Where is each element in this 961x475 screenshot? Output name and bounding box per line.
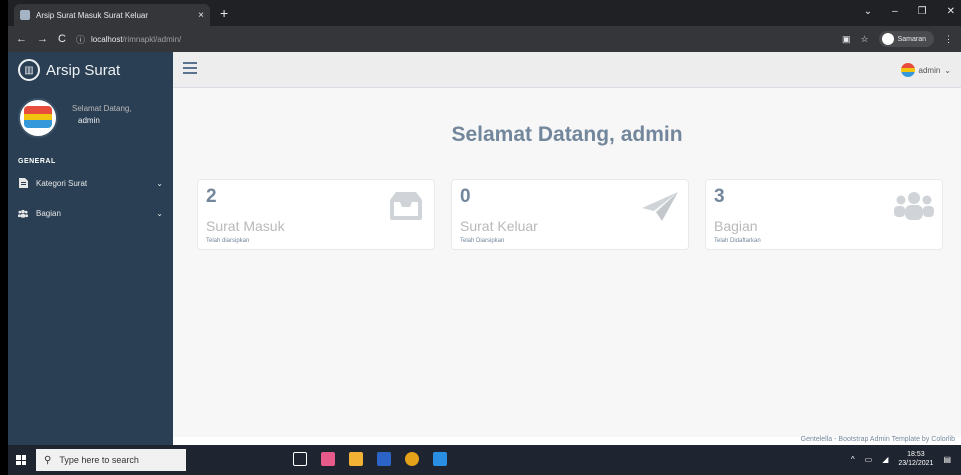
sidebar-item-label: Bagian [36, 208, 61, 218]
stat-label: Surat Masuk [206, 218, 285, 234]
task-view-icon[interactable] [293, 452, 307, 466]
chrome-icon[interactable] [405, 452, 419, 466]
clock-time: 18:53 [907, 451, 925, 458]
file-icon [18, 178, 28, 188]
stat-label: Surat Keluar [460, 218, 538, 234]
word-icon[interactable] [377, 452, 391, 466]
footer: Gentelella - Bootstrap Admin Template by… [173, 436, 961, 445]
stat-subtext: Telah Diarsipkan [460, 238, 505, 244]
new-tab-button[interactable]: + [220, 5, 228, 21]
forward-icon[interactable]: → [37, 33, 48, 45]
tab-bar: Arsip Surat Masuk Surat Keluar × + ⌄ – ❐… [8, 0, 961, 26]
stat-subtext: Telah Didaftarkan [714, 238, 761, 244]
profile-button[interactable]: Samaran [878, 31, 934, 47]
xampp-icon[interactable] [321, 452, 335, 466]
welcome-label: Selamat Datang, [72, 104, 132, 113]
user-name: admin [918, 65, 941, 75]
chevron-down-icon: ⌄ [156, 208, 163, 218]
profile-block: Selamat Datang, admin [8, 88, 173, 154]
sidebar-item-bagian[interactable]: Bagian ⌄ [8, 205, 173, 221]
network-icon[interactable]: ◢ [882, 455, 888, 464]
paper-plane-icon [642, 192, 678, 221]
stat-card-surat-masuk[interactable]: 2 Surat Masuk Telah diarsipkan [197, 179, 435, 250]
battery-icon[interactable]: ▭ [865, 455, 873, 464]
taskbar-search-input[interactable]: ⚲ Type here to search [36, 449, 186, 471]
browser-window: Arsip Surat Masuk Surat Keluar × + ⌄ – ❐… [8, 0, 961, 475]
user-avatar [900, 63, 915, 77]
restore-button[interactable]: ❐ [918, 6, 927, 17]
back-icon[interactable]: ← [16, 33, 27, 45]
tray-chevron-icon[interactable]: ^ [851, 455, 855, 464]
section-title: GENERAL [18, 158, 56, 165]
favicon-icon [20, 10, 30, 20]
sidebar-item-label: Kategori Surat [36, 178, 88, 188]
page-title: Selamat Datang, admin [451, 123, 683, 146]
browser-tab[interactable]: Arsip Surat Masuk Surat Keluar × [14, 4, 210, 26]
profile-name: Samaran [897, 35, 926, 43]
search-icon: ⚲ [44, 454, 52, 466]
url-field[interactable]: ⓘ localhost /rimnapkl/admin/ [76, 33, 181, 46]
url-host: localhost [90, 34, 123, 44]
close-window-button[interactable]: ✕ [947, 6, 955, 17]
browser-actions: ▣ ☆ Samaran ⋮ [842, 31, 953, 47]
brand[interactable]: ▥ Arsip Surat [8, 52, 173, 88]
windows-start-icon[interactable] [16, 455, 26, 465]
reload-icon[interactable]: C [58, 33, 66, 45]
stat-card-bagian[interactable]: 3 Bagian Telah Didaftarkan [705, 179, 943, 250]
bank-icon: ▥ [18, 59, 40, 81]
users-icon [18, 208, 28, 218]
extension-icon[interactable]: ▣ [842, 34, 851, 45]
inbox-icon [390, 192, 422, 220]
clock-date: 23/12/2021 [898, 460, 934, 467]
sidebar: ▥ Arsip Surat Selamat Datang, admin GENE… [8, 52, 173, 445]
top-navigation: admin ⌄ [173, 52, 961, 88]
profile-avatar [881, 33, 894, 45]
file-explorer-icon[interactable] [349, 452, 363, 466]
clock[interactable]: 18:53 23/12/2021 [898, 450, 933, 468]
browser-menu-icon[interactable]: ⋮ [944, 34, 953, 45]
vscode-icon[interactable] [433, 452, 447, 466]
chevron-down-icon: ⌄ [156, 178, 163, 188]
stat-subtext: Telah diarsipkan [206, 238, 250, 244]
system-tray: ^ ▭ ◢ 18:53 23/12/2021 ▤ [851, 450, 951, 468]
tab-title: Arsip Surat Masuk Surat Keluar [36, 10, 149, 20]
stat-count: 3 [714, 186, 725, 207]
stat-count: 0 [460, 186, 471, 207]
welcome-text: Selamat Datang, admin [72, 104, 132, 125]
search-placeholder: Type here to search [59, 455, 139, 465]
taskbar: ⚲ Type here to search ^ ▭ ◢ 18:53 23/12/… [8, 445, 961, 475]
stat-label: Bagian [714, 218, 758, 234]
stat-card-surat-keluar[interactable]: 0 Surat Keluar Telah Diarsipkan [451, 179, 689, 250]
user-menu[interactable]: admin ⌄ [900, 63, 951, 77]
minimize-button[interactable]: – [892, 6, 898, 17]
users-icon [894, 192, 934, 220]
site-info-icon[interactable]: ⓘ [76, 33, 85, 46]
footer-credit[interactable]: Gentelella - Bootstrap Admin Template by… [801, 436, 955, 443]
main-content: Selamat Datang, admin 2 Surat Masuk Tela… [173, 88, 961, 445]
url-path: /rimnapkl/admin/ [122, 34, 182, 44]
welcome-username: admin [78, 116, 100, 125]
stat-count: 2 [206, 186, 217, 207]
chevron-down-icon: ⌄ [944, 65, 951, 75]
address-bar: ← → C ⓘ localhost /rimnapkl/admin/ ▣ ☆ S… [8, 26, 961, 52]
notification-icon[interactable]: ▤ [943, 455, 951, 464]
bookmark-star-icon[interactable]: ☆ [861, 34, 869, 45]
window-controls: ⌄ – ❐ ✕ [864, 6, 955, 17]
tab-close-icon[interactable]: × [198, 10, 204, 21]
brand-title: Arsip Surat [46, 61, 121, 79]
tab-search-icon[interactable]: ⌄ [864, 6, 872, 17]
menu-toggle-icon[interactable] [183, 62, 197, 74]
avatar [18, 98, 58, 138]
sidebar-item-kategori-surat[interactable]: Kategori Surat ⌄ [8, 175, 173, 191]
taskbar-apps [293, 452, 447, 466]
